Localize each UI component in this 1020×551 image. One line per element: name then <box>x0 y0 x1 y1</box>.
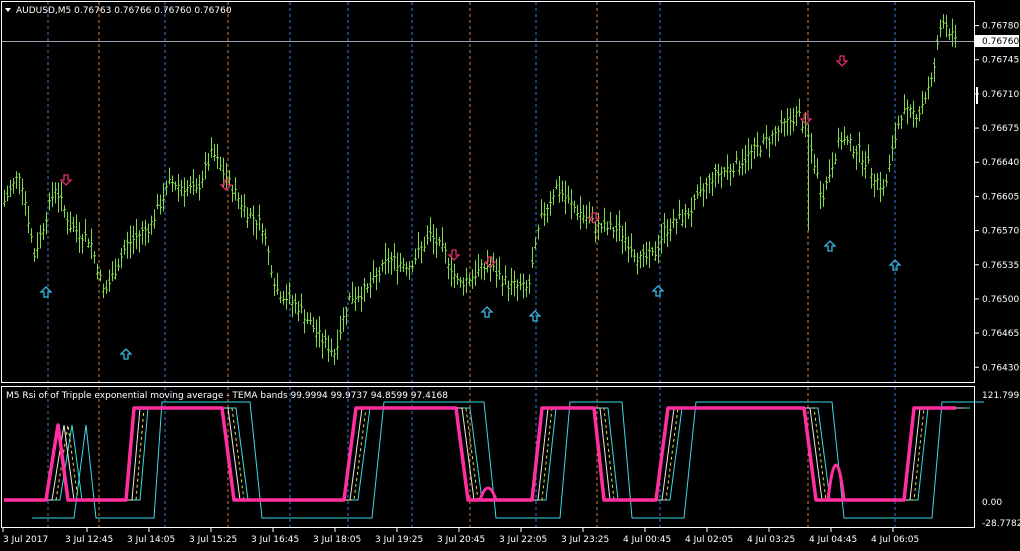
buy-arrow-icon <box>119 348 133 360</box>
chart-canvas[interactable]: 0.76780 0.76745 0.76710 0.76675 0.76640 0.766… <box>0 0 1020 551</box>
time-label: 3 Jul 16:45 <box>251 535 299 545</box>
time-label: 3 Jul 19:25 <box>375 535 423 545</box>
buy-arrow-icon <box>823 240 837 252</box>
price-label: 0.76605 <box>982 192 1019 202</box>
time-label: 4 Jul 03:25 <box>747 535 795 545</box>
chart-title: AUDUSD,M5 0.76763 0.76766 0.76760 0.7676… <box>16 6 232 16</box>
time-label: 4 Jul 00:45 <box>623 535 671 545</box>
price-label: 0.76500 <box>982 295 1019 305</box>
indicator-scale-zero: 0.00 <box>982 498 1002 508</box>
period-separators <box>47 2 896 527</box>
buy-arrow-icon <box>651 285 665 297</box>
scroll-marker[interactable] <box>976 87 978 104</box>
sell-arrow-icon <box>447 249 461 261</box>
time-label: 4 Jul 02:05 <box>685 535 733 545</box>
time-label: 3 Jul 20:45 <box>437 535 485 545</box>
price-label: 0.76430 <box>982 363 1019 373</box>
price-label: 0.76675 <box>982 124 1019 134</box>
indicator-scale-max: 121.7995 <box>982 391 1020 401</box>
time-label: 3 Jul 23:25 <box>561 535 609 545</box>
sell-arrow-icon <box>835 55 849 67</box>
buy-arrow-icon <box>39 286 53 298</box>
chart-title-icon[interactable] <box>5 8 11 12</box>
time-label: 4 Jul 06:05 <box>871 535 919 545</box>
indicator-title: M5 Rsi of of Tripple exponential moving … <box>6 391 448 401</box>
buy-arrow-icon <box>480 306 494 318</box>
price-label: 0.76640 <box>982 158 1019 168</box>
dropdown-triangle-icon[interactable] <box>5 8 11 12</box>
price-label: 0.76535 <box>982 261 1019 271</box>
price-label: 0.76570 <box>982 227 1019 237</box>
indicator-scale-min: -28.7782 <box>982 519 1020 529</box>
time-label: 3 Jul 18:05 <box>313 535 361 545</box>
indicator-lines <box>4 401 984 519</box>
sell-arrow-icon <box>59 174 73 186</box>
price-axis[interactable]: 0.76780 0.76745 0.76710 0.76675 0.76640 0.766… <box>975 22 1019 374</box>
trading-terminal-chart[interactable]: 0.76780 0.76745 0.76710 0.76675 0.76640 0.766… <box>0 0 1020 551</box>
buy-arrow-icon <box>528 310 542 322</box>
price-label: 0.76745 <box>982 56 1019 66</box>
time-label: 3 Jul 2017 <box>3 535 48 545</box>
time-label: 4 Jul 04:45 <box>809 535 857 545</box>
time-label: 3 Jul 14:05 <box>127 535 175 545</box>
price-label: 0.76465 <box>982 329 1019 339</box>
price-label: 0.76780 <box>982 22 1019 32</box>
time-axis[interactable]: 3 Jul 2017 3 Jul 12:45 3 Jul 14:05 3 Jul 15… <box>2 528 919 545</box>
main-chart-frame <box>1 1 975 383</box>
time-label: 3 Jul 15:25 <box>189 535 237 545</box>
time-label: 3 Jul 12:45 <box>65 535 113 545</box>
time-label: 3 Jul 22:05 <box>499 535 547 545</box>
price-bars <box>3 14 957 366</box>
price-label: 0.76710 <box>982 90 1019 100</box>
current-price-tag: 0.76760 <box>982 37 1019 47</box>
